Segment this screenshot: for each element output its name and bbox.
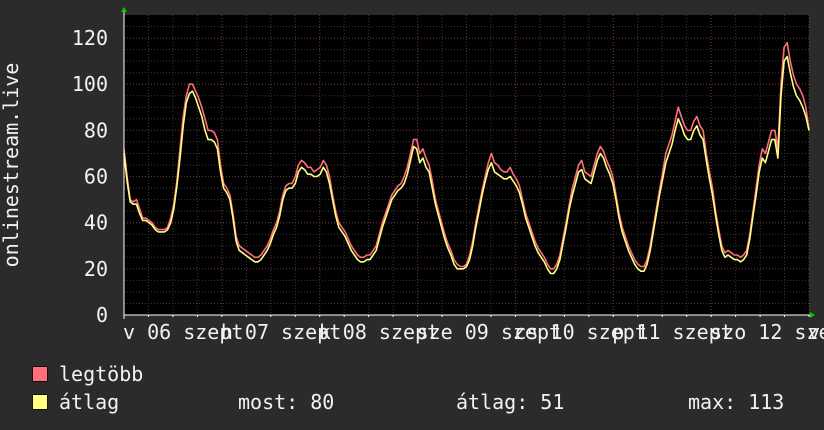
legend-item-max: legtöbb (32, 362, 822, 390)
legend-label-max: legtöbb (59, 362, 144, 386)
x-tick-label: v 13 szept (808, 320, 824, 344)
stat-most: most: 80 (238, 390, 334, 414)
stat-avg-label: átlag: (456, 390, 529, 414)
y-tick-label: 60 (84, 165, 108, 189)
stat-avg: átlag: 51 (456, 390, 564, 414)
legend: legtöbb átlag most: 80 átlag: 51 max: 11… (32, 362, 822, 422)
x-tick-label: szo 12 szept (710, 320, 824, 344)
legend-swatch-max (32, 366, 48, 382)
stat-avg-value: 51 (540, 390, 565, 414)
stat-max-label: max: (688, 390, 737, 414)
stat-max: max: 113 (688, 390, 784, 414)
y-tick-label: 0 (96, 303, 108, 327)
stat-most-label: most: (238, 390, 299, 414)
y-tick-label: 20 (84, 257, 108, 281)
y-tick-label: 100 (72, 72, 108, 96)
y-tick-label: 120 (72, 26, 108, 50)
legend-swatch-avg (32, 394, 48, 410)
legend-label-avg: átlag (59, 390, 120, 414)
legend-item-avg: átlag most: 80 átlag: 51 max: 113 (32, 390, 822, 418)
y-tick-label: 40 (84, 211, 108, 235)
stat-max-value: 113 (748, 390, 785, 414)
y-axis-label: onlinestream.live (0, 63, 23, 268)
stat-most-value: 80 (310, 390, 335, 414)
y-tick-label: 80 (84, 118, 108, 142)
